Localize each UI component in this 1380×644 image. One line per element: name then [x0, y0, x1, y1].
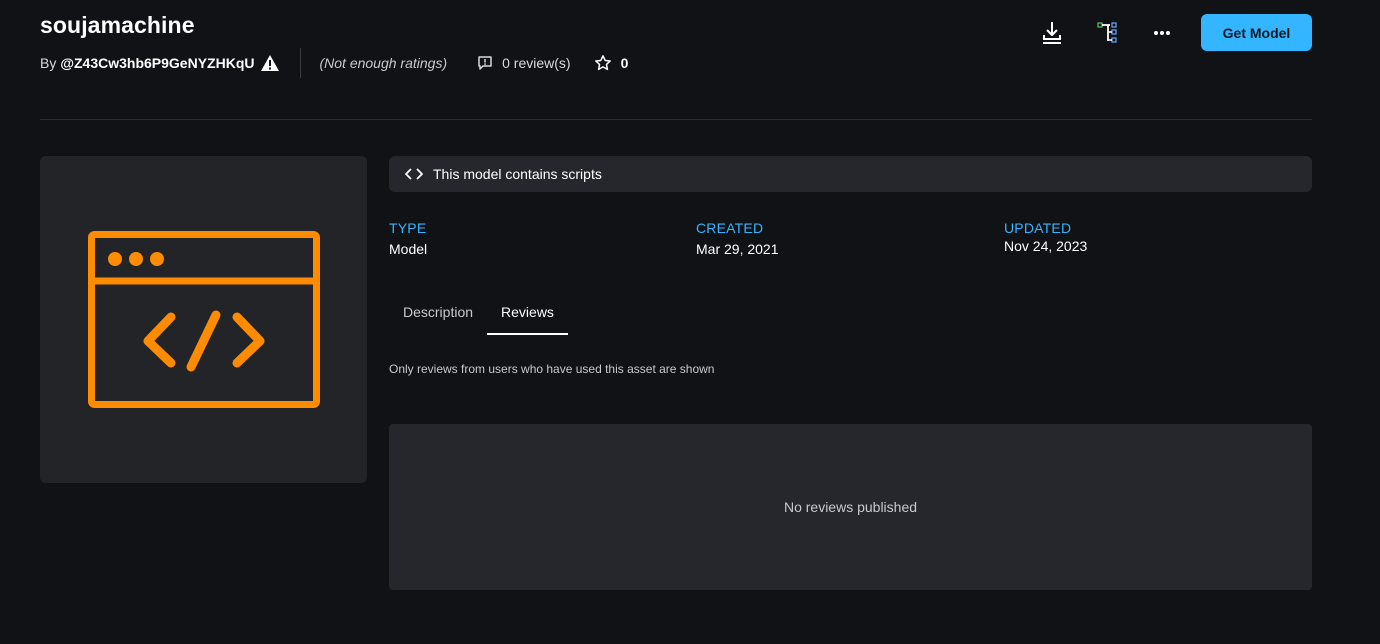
- favorites-count: 0: [620, 55, 629, 71]
- scripts-banner-text: This model contains scripts: [433, 166, 602, 182]
- empty-reviews-text: No reviews published: [783, 499, 918, 515]
- reviews-empty-state: No reviews published: [389, 424, 1312, 590]
- type-info: TYPE Model: [389, 220, 427, 257]
- updated-label: UPDATED: [1004, 220, 1072, 236]
- asset-meta: By @Z43Cw3hb6P9GeNYZHKqU (Not enough rat…: [40, 48, 629, 78]
- updated-value: Nov 24, 2023: [1004, 238, 1088, 254]
- reviews-note: Only reviews from users who have used th…: [389, 362, 715, 376]
- reviews-count[interactable]: 0 review(s): [477, 55, 571, 71]
- star-icon: [594, 55, 611, 71]
- favorite-button[interactable]: 0: [594, 54, 629, 72]
- asset-tabs: Description Reviews: [389, 296, 568, 335]
- header-actions: Get Model: [1035, 14, 1312, 51]
- created-label: CREATED: [696, 220, 764, 236]
- code-window-icon: [87, 230, 320, 408]
- type-label: TYPE: [389, 220, 427, 236]
- created-info: CREATED Mar 29, 2021: [696, 220, 779, 257]
- asset-title: soujamachine: [40, 12, 195, 38]
- header-divider: [40, 119, 1312, 120]
- created-value: Mar 29, 2021: [696, 241, 779, 257]
- tab-description[interactable]: Description: [389, 296, 487, 333]
- meta-separator: [300, 48, 302, 78]
- download-icon[interactable]: [1035, 16, 1069, 50]
- updated-info: UPDATED Nov 24, 2023: [1004, 220, 1087, 254]
- comment-icon: [478, 56, 492, 70]
- tab-reviews[interactable]: Reviews: [487, 296, 568, 335]
- scripts-banner: This model contains scripts: [389, 156, 1312, 192]
- creator-link[interactable]: @Z43Cw3hb6P9GeNYZHKqU: [60, 55, 254, 71]
- warning-icon[interactable]: [260, 54, 280, 72]
- ratings-text: (Not enough ratings): [319, 55, 448, 71]
- more-icon[interactable]: [1145, 16, 1179, 50]
- hierarchy-icon[interactable]: [1091, 16, 1125, 50]
- asset-thumbnail: [40, 156, 367, 483]
- code-brackets-icon: [405, 168, 423, 180]
- get-model-button[interactable]: Get Model: [1201, 14, 1312, 51]
- type-value: Model: [389, 241, 428, 257]
- by-label: By: [40, 55, 57, 71]
- asset-page: soujamachine By @Z43Cw3hb6P9GeNYZHKqU (N…: [0, 0, 1380, 644]
- reviews-count-label: 0 review(s): [502, 55, 571, 71]
